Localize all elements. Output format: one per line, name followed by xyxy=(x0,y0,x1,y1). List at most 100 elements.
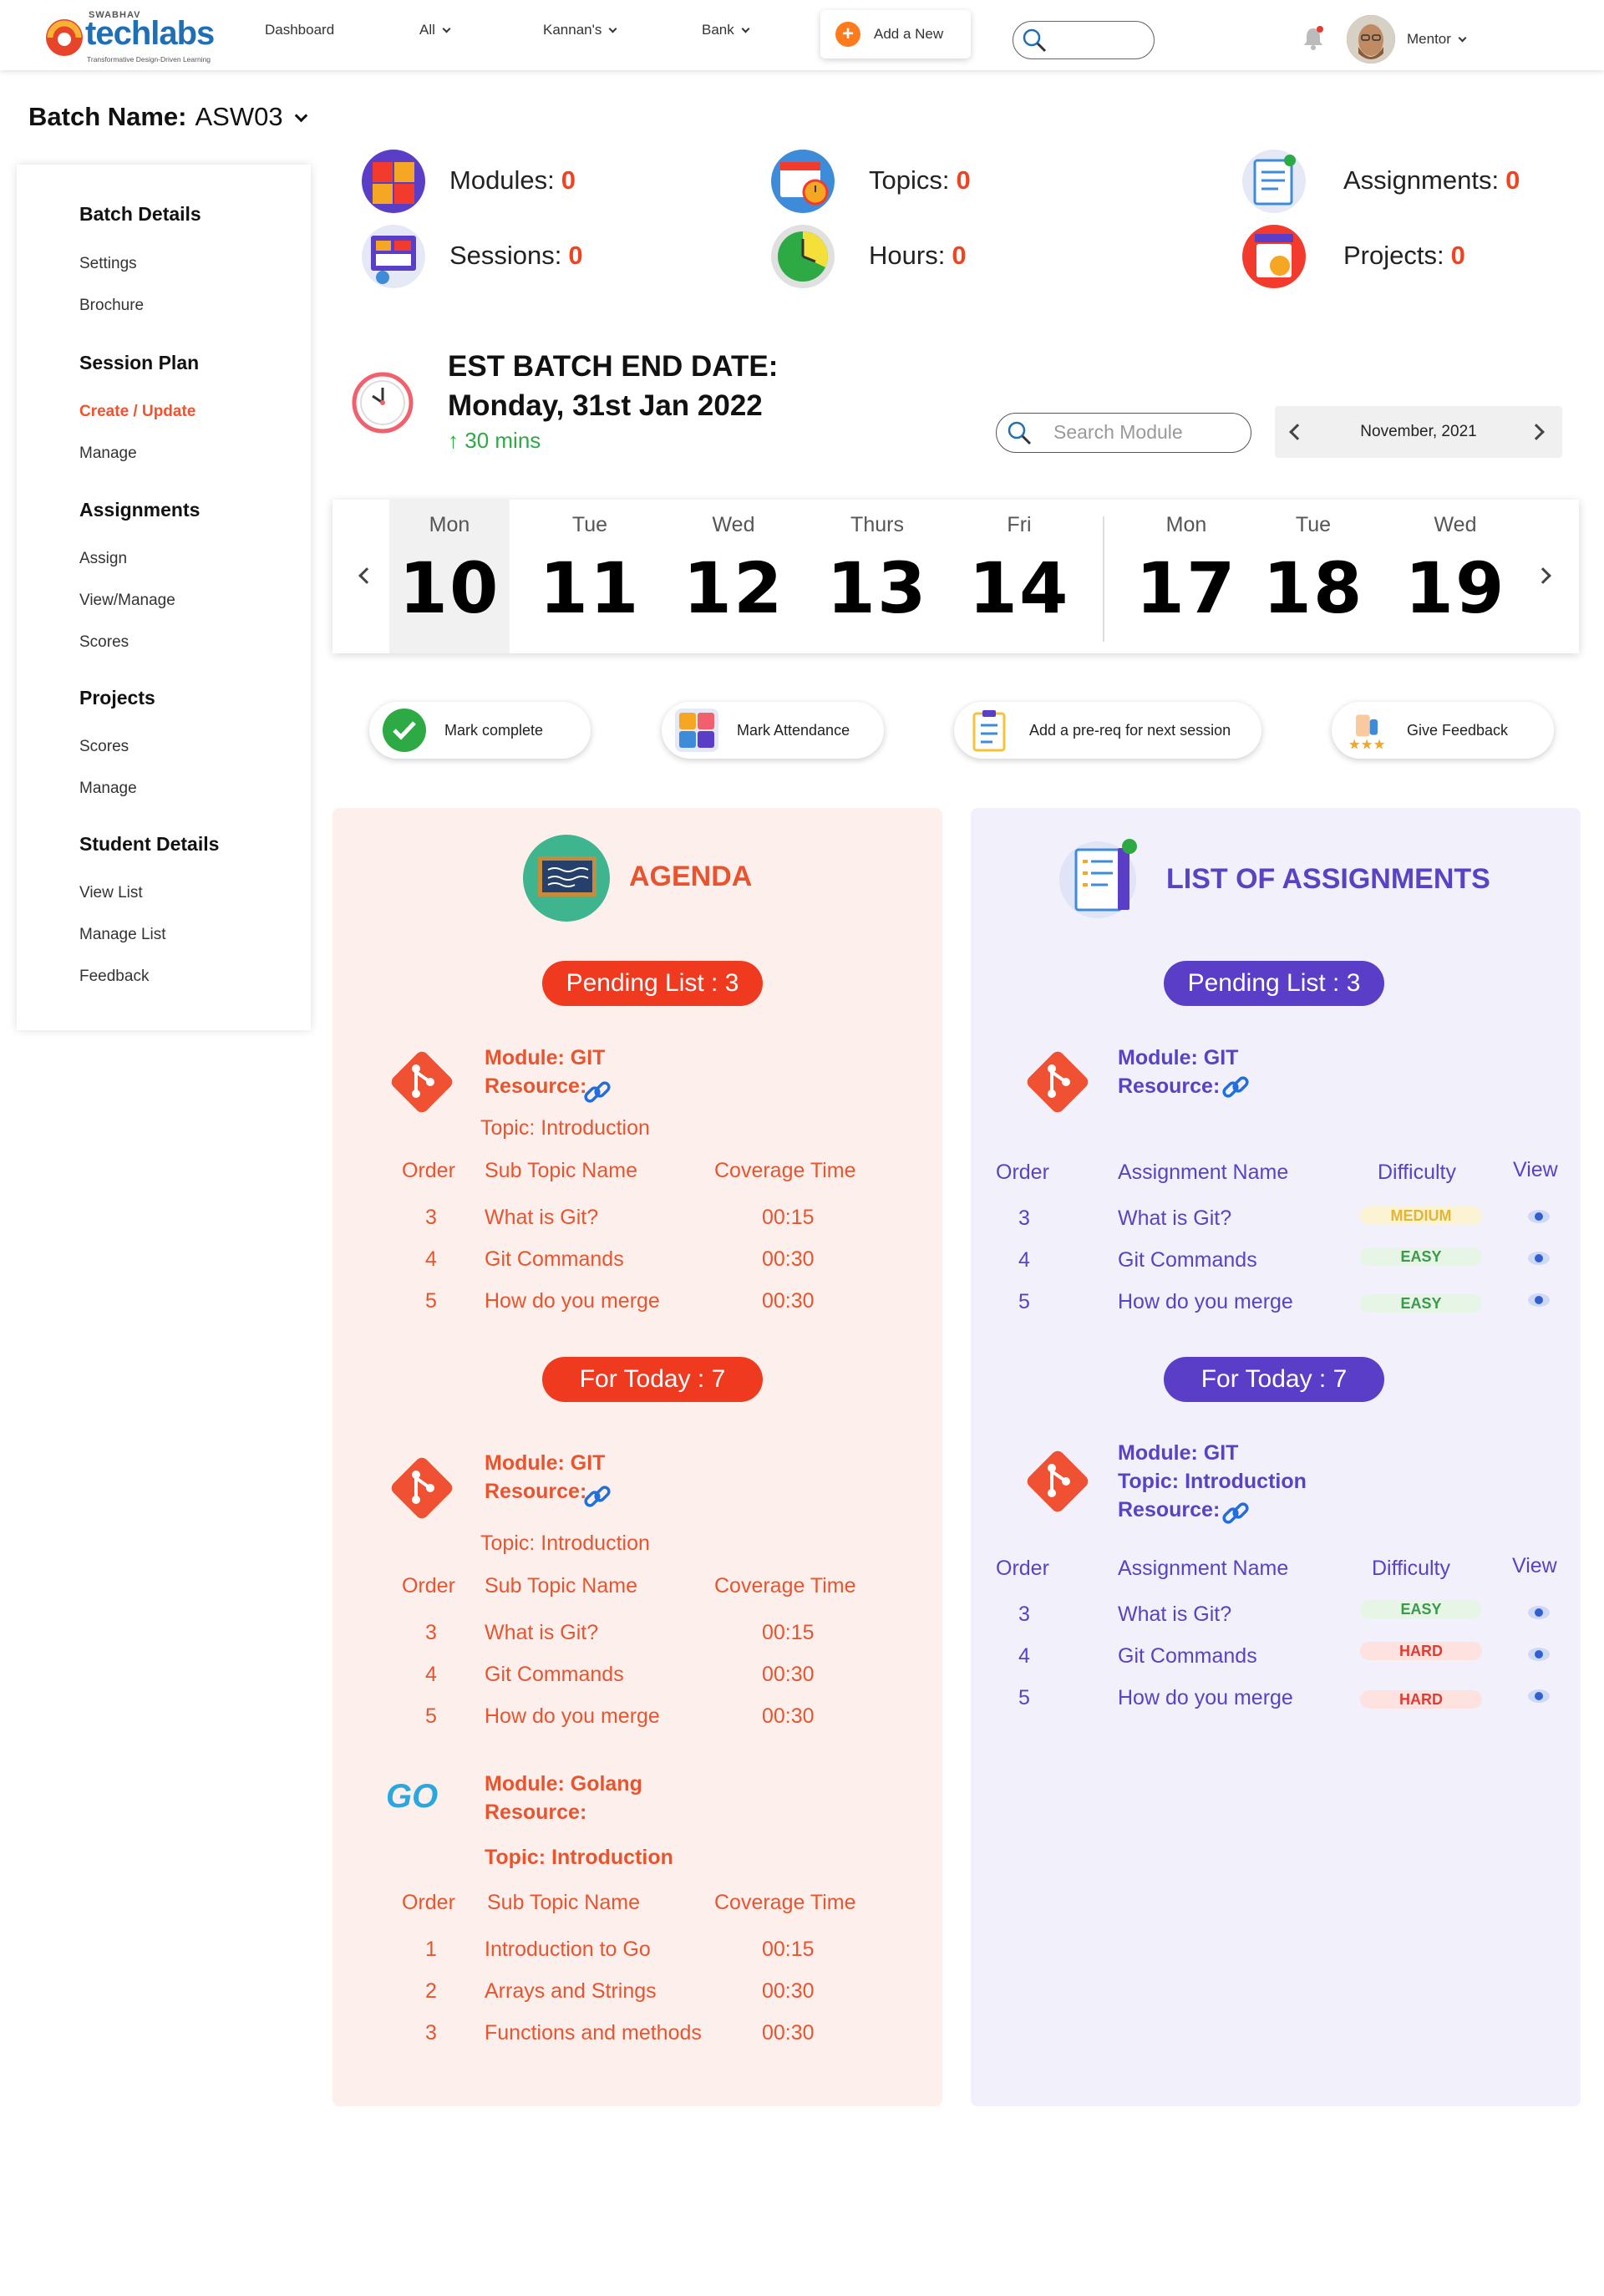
agenda-today-pill: For Today : 7 xyxy=(542,1357,763,1402)
row-subtopic[interactable]: What is Git? xyxy=(485,1621,598,1645)
row-assignment[interactable]: Git Commands xyxy=(1118,1644,1257,1669)
sidebar-heading-batch-details: Batch Details xyxy=(79,203,201,225)
calendar-day[interactable]: Wed 19 xyxy=(1395,500,1515,653)
sidebar-item-create-update[interactable]: Create / Update xyxy=(79,403,195,421)
assignment-resource-label: Resource: xyxy=(1118,1074,1221,1098)
day-name: Fri xyxy=(1007,513,1032,536)
hours-clock-icon xyxy=(771,225,835,288)
sidebar-item-feedback[interactable]: Feedback xyxy=(79,968,149,986)
stat-modules-value: 0 xyxy=(561,165,576,195)
month-selector: November, 2021 xyxy=(1275,406,1562,458)
row-coverage: 00:15 xyxy=(762,1938,815,1961)
row-subtopic[interactable]: Functions and methods xyxy=(485,2021,702,2045)
col-header-subtopic: Sub Topic Name xyxy=(485,1159,637,1182)
row-subtopic[interactable]: Introduction to Go xyxy=(485,1938,651,1962)
eye-icon[interactable] xyxy=(1527,1293,1551,1308)
calendar-day[interactable]: Wed 12 xyxy=(673,500,794,653)
add-prereq-button[interactable]: Add a pre-req for next session xyxy=(954,702,1261,759)
search-module-input[interactable]: Search Module xyxy=(996,413,1251,453)
row-order: 3 xyxy=(1018,1206,1030,1230)
sidebar-item-assignment-scores[interactable]: Scores xyxy=(79,633,129,652)
sidebar-item-manage-list[interactable]: Manage List xyxy=(79,926,166,944)
link-icon[interactable] xyxy=(1220,1498,1251,1530)
row-order: 4 xyxy=(425,1247,437,1271)
calendar-day[interactable]: Thurs 13 xyxy=(817,500,937,653)
row-assignment[interactable]: What is Git? xyxy=(1118,1206,1231,1231)
sidebar-item-brochure[interactable]: Brochure xyxy=(79,297,144,315)
eye-icon[interactable] xyxy=(1527,1605,1551,1620)
sidebar-item-project-manage[interactable]: Manage xyxy=(79,780,137,798)
row-order: 4 xyxy=(425,1663,437,1686)
assignments-title: LIST OF ASSIGNMENTS xyxy=(1166,863,1490,895)
eye-icon[interactable] xyxy=(1527,1689,1551,1704)
row-assignment[interactable]: How do you merge xyxy=(1118,1686,1293,1710)
col-header-order: Order xyxy=(996,1557,1049,1580)
prev-week-icon[interactable] xyxy=(358,567,375,584)
calendar-day[interactable]: Mon 17 xyxy=(1126,500,1246,653)
bell-icon[interactable] xyxy=(1302,25,1325,50)
calendar-day[interactable]: Tue 11 xyxy=(530,500,650,653)
nav-all-dropdown[interactable]: All xyxy=(419,22,451,38)
assignment-topic: Topic: Introduction xyxy=(1118,1470,1307,1493)
difficulty-badge: EASY xyxy=(1360,1247,1482,1266)
brand-logo[interactable]: SWABHAV techlabs Transformative Design-D… xyxy=(43,10,227,65)
calendar-day[interactable]: Mon 10 xyxy=(389,500,510,653)
day-name: Mon xyxy=(1165,513,1207,536)
row-order: 3 xyxy=(425,1621,437,1644)
batch-selector[interactable]: Batch Name: ASW03 xyxy=(28,102,307,132)
top-search-input[interactable] xyxy=(1013,21,1155,59)
chevron-down-icon xyxy=(294,109,307,122)
eye-icon[interactable] xyxy=(1527,1209,1551,1224)
link-icon[interactable] xyxy=(581,1481,613,1513)
next-month-icon[interactable] xyxy=(1528,424,1545,440)
nav-kannans-dropdown[interactable]: Kannan's xyxy=(543,22,617,38)
day-name: Wed xyxy=(1434,513,1477,536)
give-feedback-button[interactable]: ★★★ Give Feedback xyxy=(1332,702,1554,759)
sidebar-item-settings[interactable]: Settings xyxy=(79,255,137,273)
day-date: 14 xyxy=(968,547,1070,629)
row-subtopic[interactable]: Git Commands xyxy=(485,1247,624,1272)
sidebar-item-view-manage[interactable]: View/Manage xyxy=(79,592,175,610)
row-subtopic[interactable]: Arrays and Strings xyxy=(485,1979,657,2004)
row-assignment[interactable]: Git Commands xyxy=(1118,1248,1257,1272)
eye-icon[interactable] xyxy=(1527,1647,1551,1662)
row-subtopic[interactable]: Git Commands xyxy=(485,1663,624,1687)
row-subtopic[interactable]: How do you merge xyxy=(485,1704,660,1729)
row-subtopic[interactable]: How do you merge xyxy=(485,1289,660,1313)
day-name: Mon xyxy=(429,513,470,536)
day-date: 17 xyxy=(1135,547,1237,629)
agenda-topic: Topic: Introduction xyxy=(485,1846,673,1869)
search-icon xyxy=(1023,28,1047,53)
row-coverage: 00:30 xyxy=(762,1979,815,2003)
sidebar-item-project-scores[interactable]: Scores xyxy=(79,738,129,756)
sidebar-heading-student-details: Student Details xyxy=(79,833,220,855)
chevron-down-icon xyxy=(1458,33,1467,42)
mark-attendance-button[interactable]: Mark Attendance xyxy=(662,702,884,759)
sidebar-item-view-list[interactable]: View List xyxy=(79,884,143,902)
plus-icon: + xyxy=(835,22,860,47)
eye-icon[interactable] xyxy=(1527,1251,1551,1266)
link-icon[interactable] xyxy=(581,1077,613,1109)
col-header-view: View xyxy=(1512,1554,1557,1577)
nav-dashboard[interactable]: Dashboard xyxy=(265,22,334,38)
difficulty-badge: MEDIUM xyxy=(1360,1206,1482,1225)
user-avatar[interactable] xyxy=(1347,15,1395,63)
add-new-button[interactable]: + Add a New xyxy=(820,10,971,58)
batch-value: ASW03 xyxy=(195,102,283,131)
calendar-day[interactable]: Fri 14 xyxy=(959,500,1079,653)
col-header-coverage: Coverage Time xyxy=(714,1574,856,1598)
sidebar-item-session-manage[interactable]: Manage xyxy=(79,444,137,463)
row-assignment[interactable]: How do you merge xyxy=(1118,1290,1293,1314)
row-subtopic[interactable]: What is Git? xyxy=(485,1206,598,1230)
calendar-day[interactable]: Tue 18 xyxy=(1253,500,1373,653)
row-order: 5 xyxy=(425,1289,437,1313)
row-assignment[interactable]: What is Git? xyxy=(1118,1603,1231,1627)
user-menu-dropdown[interactable]: Mentor xyxy=(1407,31,1467,48)
nav-bank-dropdown[interactable]: Bank xyxy=(702,22,750,38)
sidebar-item-assign[interactable]: Assign xyxy=(79,550,127,568)
link-icon[interactable] xyxy=(1220,1072,1251,1104)
mark-complete-button[interactable]: Mark complete xyxy=(369,702,591,759)
search-module-placeholder: Search Module xyxy=(1053,421,1183,443)
next-week-icon[interactable] xyxy=(1535,567,1551,584)
prev-month-icon[interactable] xyxy=(1289,424,1306,440)
